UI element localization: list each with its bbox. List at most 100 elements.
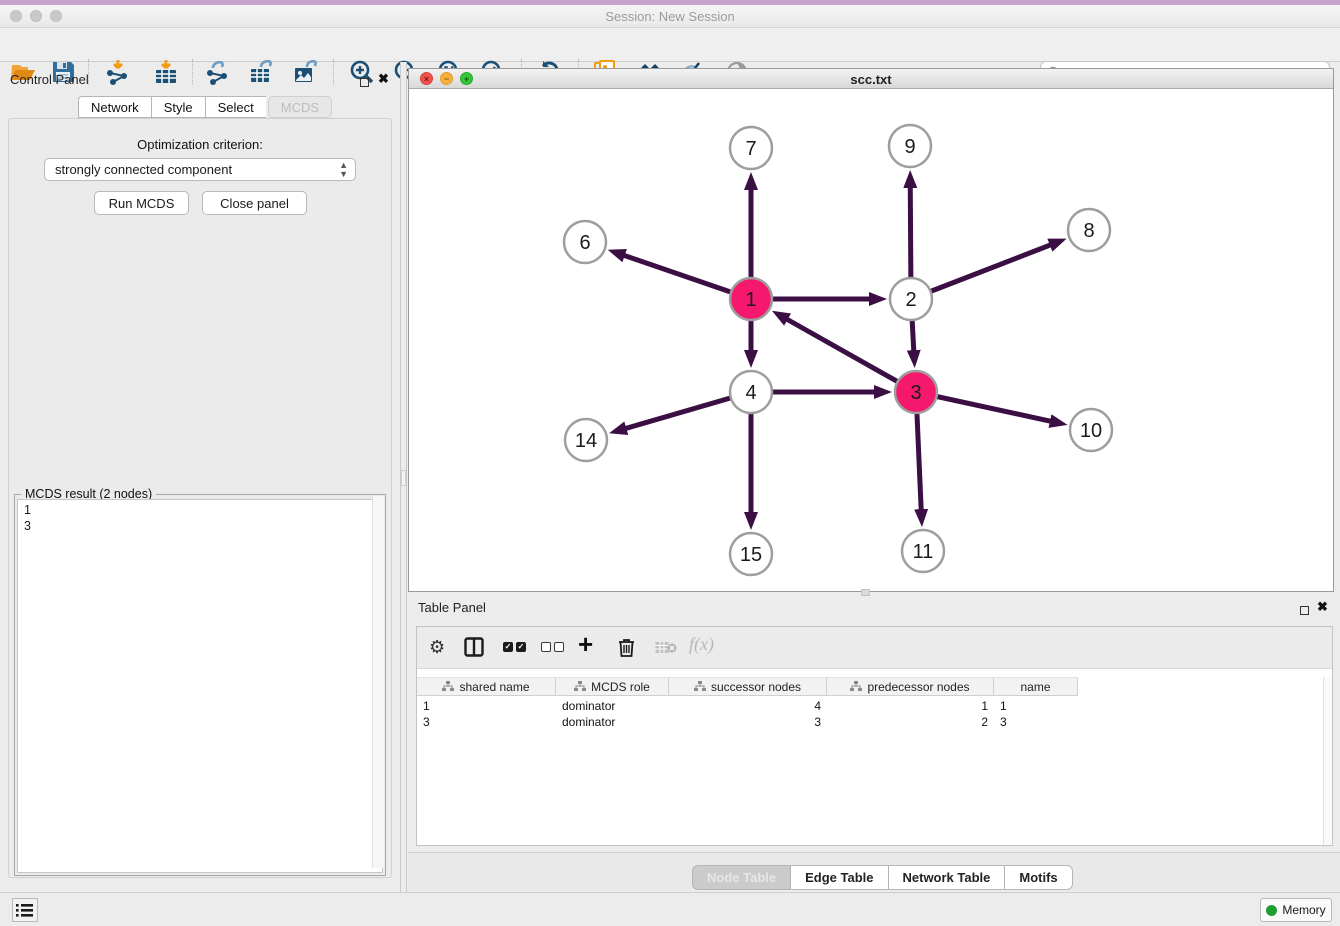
table-tabs-strip: Node Table Edge Table Network Table Moti… bbox=[408, 852, 1340, 890]
deselect-all-checkboxes-icon[interactable] bbox=[541, 642, 564, 652]
column-label: MCDS role bbox=[591, 680, 650, 694]
control-panel-tabs: Network Style Select MCDS bbox=[78, 96, 332, 118]
column-label: shared name bbox=[459, 680, 529, 694]
control-panel-title: Control Panel bbox=[10, 72, 89, 87]
task-history-button[interactable] bbox=[12, 898, 38, 922]
column-type-icon bbox=[850, 681, 862, 692]
control-panel-close-icon[interactable]: ✖ bbox=[378, 71, 389, 87]
vertical-splitter[interactable] bbox=[400, 62, 407, 892]
graph-node-label-4: 4 bbox=[745, 382, 756, 404]
column-type-icon bbox=[442, 681, 454, 692]
cell-successor-nodes[interactable]: 4 bbox=[669, 698, 827, 714]
add-icon[interactable]: + bbox=[578, 629, 593, 660]
column-header-predecessor-nodes[interactable]: predecessor nodes bbox=[827, 677, 994, 696]
list-icon bbox=[16, 902, 34, 918]
memory-status-icon bbox=[1266, 905, 1277, 916]
table-panel-title: Table Panel bbox=[418, 600, 486, 615]
gear-icon[interactable]: ⚙ bbox=[429, 637, 445, 658]
column-header-mcds-role[interactable]: MCDS role bbox=[556, 677, 669, 696]
column-header-name[interactable]: name bbox=[994, 677, 1078, 696]
memory-label: Memory bbox=[1282, 903, 1325, 917]
tab-select[interactable]: Select bbox=[205, 96, 266, 118]
function-icon: f(x) bbox=[689, 634, 714, 655]
column-label: successor nodes bbox=[711, 680, 801, 694]
table-panel-box: ⚙ ✓✓ + f(x) shared name MCDS role succes… bbox=[416, 626, 1333, 846]
graph-node-label-3: 3 bbox=[910, 382, 921, 404]
graph-node-label-15: 15 bbox=[740, 544, 762, 566]
main-toolbar bbox=[0, 28, 1340, 62]
graph[interactable]: 7968124314101511 bbox=[410, 90, 1332, 591]
import-table-icon[interactable] bbox=[153, 59, 179, 85]
toolbar-separator bbox=[333, 59, 334, 85]
network-window: × − + scc.txt 7968124314101511 bbox=[408, 68, 1334, 592]
cell-shared-name[interactable]: 3 bbox=[417, 714, 556, 730]
column-label: predecessor nodes bbox=[867, 680, 969, 694]
run-mcds-button[interactable]: Run MCDS bbox=[94, 191, 189, 215]
chevron-up-down-icon: ▲▼ bbox=[339, 161, 348, 179]
table-row[interactable]: 3 dominator 3 2 3 bbox=[417, 714, 1078, 730]
graph-node-label-11: 11 bbox=[913, 541, 934, 563]
table-toolbar: ⚙ ✓✓ + f(x) bbox=[417, 627, 1332, 669]
memory-button[interactable]: Memory bbox=[1260, 898, 1332, 922]
cell-name[interactable]: 3 bbox=[994, 714, 1078, 730]
cell-successor-nodes[interactable]: 3 bbox=[669, 714, 827, 730]
table-row[interactable]: 1 dominator 4 1 1 bbox=[417, 698, 1078, 714]
export-network-icon[interactable] bbox=[205, 59, 231, 85]
cell-mcds-role[interactable]: dominator bbox=[556, 714, 669, 730]
graph-node-label-9: 9 bbox=[904, 136, 915, 158]
cell-shared-name[interactable]: 1 bbox=[417, 698, 556, 714]
columns-icon[interactable] bbox=[464, 637, 484, 662]
graph-node-label-2: 2 bbox=[905, 289, 916, 311]
mcds-result-groupbox: MCDS result (2 nodes) 1 3 bbox=[14, 494, 386, 876]
tab-network-table[interactable]: Network Table bbox=[888, 865, 1005, 890]
dropdown-value: strongly connected component bbox=[55, 162, 232, 177]
table-panel-close-icon[interactable]: ✖ bbox=[1317, 599, 1328, 615]
cell-predecessor-nodes[interactable]: 1 bbox=[827, 698, 994, 714]
graph-node-label-8: 8 bbox=[1083, 220, 1094, 242]
splitter-handle[interactable] bbox=[401, 470, 406, 486]
window-titlebar: Session: New Session bbox=[0, 5, 1340, 28]
tab-motifs[interactable]: Motifs bbox=[1004, 865, 1072, 890]
delete-column-icon bbox=[655, 641, 677, 660]
tab-node-table[interactable]: Node Table bbox=[692, 865, 790, 890]
table-header-row: shared name MCDS role successor nodes pr… bbox=[417, 677, 1078, 696]
toolbar-separator bbox=[192, 59, 193, 85]
graph-node-label-14: 14 bbox=[575, 430, 597, 452]
mcds-result-textarea[interactable]: 1 3 bbox=[17, 499, 383, 873]
column-type-icon bbox=[574, 681, 586, 692]
graph-node-label-10: 10 bbox=[1080, 420, 1102, 442]
tab-style[interactable]: Style bbox=[151, 96, 205, 118]
graph-edge-3-1[interactable] bbox=[787, 319, 916, 392]
cell-predecessor-nodes[interactable]: 2 bbox=[827, 714, 994, 730]
export-table-icon[interactable] bbox=[249, 59, 275, 85]
close-panel-button[interactable]: Close panel bbox=[202, 191, 307, 215]
horizontal-splitter-handle[interactable] bbox=[861, 589, 870, 596]
column-type-icon bbox=[694, 681, 706, 692]
mcds-result-scrollbar[interactable] bbox=[372, 496, 384, 868]
import-network-icon[interactable] bbox=[105, 59, 131, 85]
tab-mcds[interactable]: MCDS bbox=[268, 96, 332, 118]
table-panel-float-icon[interactable] bbox=[1300, 602, 1309, 620]
network-window-title: scc.txt bbox=[409, 72, 1333, 87]
optimization-criterion-dropdown[interactable]: strongly connected component ▲▼ bbox=[44, 158, 356, 181]
tab-edge-table[interactable]: Edge Table bbox=[790, 865, 887, 890]
column-header-shared-name[interactable]: shared name bbox=[417, 677, 556, 696]
optimization-criterion-label: Optimization criterion: bbox=[0, 137, 400, 152]
graph-edge-2-8[interactable] bbox=[911, 245, 1051, 299]
select-all-checkboxes-icon[interactable]: ✓✓ bbox=[503, 642, 526, 652]
status-bar: Memory bbox=[0, 892, 1340, 926]
network-canvas[interactable]: 7968124314101511 bbox=[410, 90, 1332, 591]
graph-node-label-1: 1 bbox=[745, 289, 756, 311]
graph-node-label-7: 7 bbox=[745, 138, 756, 160]
trash-icon[interactable] bbox=[617, 637, 636, 663]
tab-network[interactable]: Network bbox=[78, 96, 151, 118]
column-header-successor-nodes[interactable]: successor nodes bbox=[669, 677, 827, 696]
table-scrollbar[interactable] bbox=[1323, 677, 1332, 845]
export-image-icon[interactable] bbox=[293, 59, 319, 85]
cell-mcds-role[interactable]: dominator bbox=[556, 698, 669, 714]
cell-name[interactable]: 1 bbox=[994, 698, 1078, 714]
network-window-titlebar: × − + scc.txt bbox=[409, 69, 1333, 89]
control-panel-float-icon[interactable] bbox=[360, 74, 369, 92]
window-title: Session: New Session bbox=[0, 9, 1340, 24]
column-label: name bbox=[1020, 680, 1050, 694]
